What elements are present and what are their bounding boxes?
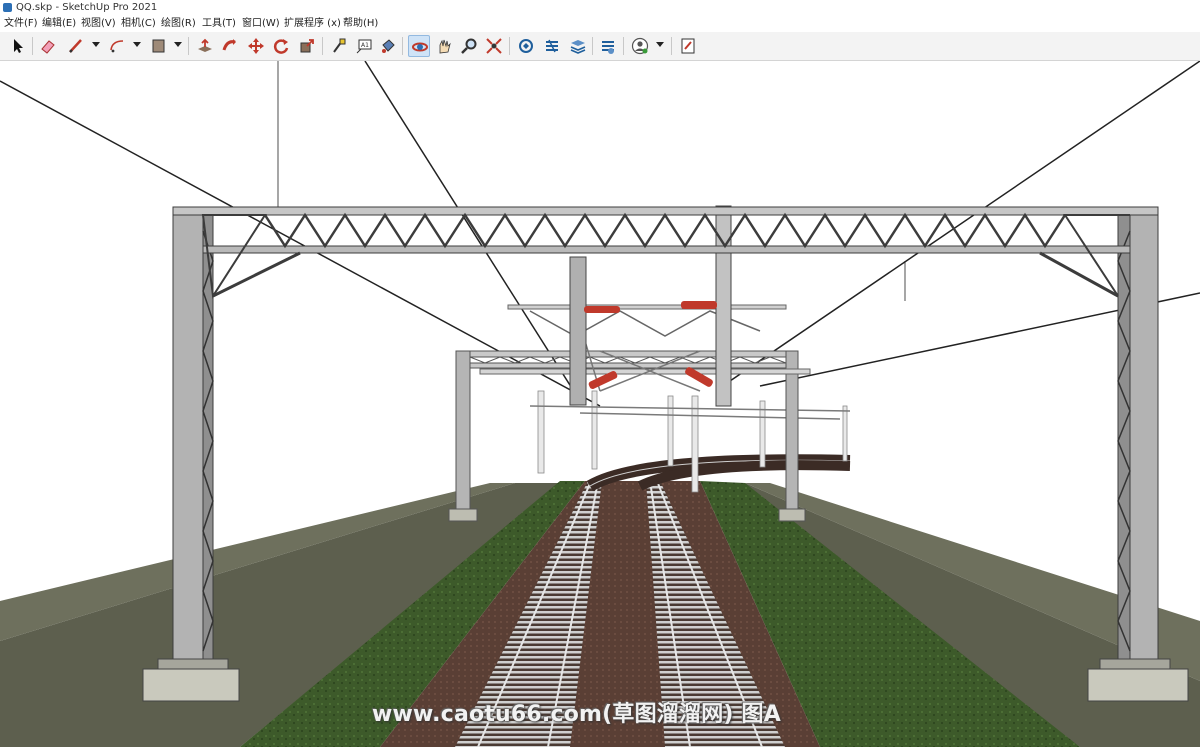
follow-me-tool-button[interactable] xyxy=(219,35,241,57)
toolbar-separator xyxy=(322,37,323,55)
account-button[interactable] xyxy=(629,35,651,57)
tape-measure-icon xyxy=(333,38,346,53)
move-icon xyxy=(248,38,264,54)
pan-icon xyxy=(439,39,451,54)
extension-warehouse-icon xyxy=(546,39,558,53)
chevron-down-icon[interactable] xyxy=(133,42,141,47)
extension-manager-icon xyxy=(602,41,614,54)
line-icon xyxy=(69,39,82,53)
svg-text:A1: A1 xyxy=(361,42,369,49)
menu-help[interactable]: 帮助(H) xyxy=(343,15,378,32)
menu-file[interactable]: 文件(F) xyxy=(4,15,38,32)
menu-extensions[interactable]: 扩展程序 (x) xyxy=(284,15,341,32)
toolbar-separator xyxy=(32,37,33,55)
railway-model-scene[interactable] xyxy=(0,61,1200,747)
text-icon: A1 xyxy=(356,39,372,54)
toolbar-separator xyxy=(671,37,672,55)
toolbar-separator xyxy=(592,37,593,55)
window-title: QQ.skp - SketchUp Pro 2021 xyxy=(16,2,158,13)
account-icon xyxy=(631,37,649,55)
arc-icon xyxy=(110,40,124,53)
layout-button[interactable] xyxy=(567,35,589,57)
toolbar-separator xyxy=(509,37,510,55)
eraser-icon xyxy=(41,40,55,54)
follow-me-icon xyxy=(222,39,236,51)
select-tool-button[interactable] xyxy=(7,35,29,57)
menu-window[interactable]: 窗口(W) xyxy=(242,15,280,32)
title-bar: QQ.skp - SketchUp Pro 2021 xyxy=(0,0,1200,15)
rotate-icon xyxy=(273,39,289,54)
rectangle-tool-button[interactable] xyxy=(147,35,169,57)
line-tool-button[interactable] xyxy=(65,35,87,57)
orbit-icon xyxy=(412,42,428,52)
add-location-button[interactable] xyxy=(677,35,699,57)
scale-icon xyxy=(300,39,314,53)
main-toolbar: A1 xyxy=(0,32,1200,61)
rotate-tool-button[interactable] xyxy=(270,35,292,57)
chevron-down-icon[interactable] xyxy=(174,42,182,47)
zoom-extents-icon xyxy=(486,38,502,54)
zoom-extents-tool-button[interactable] xyxy=(483,35,505,57)
extension-manager-button[interactable] xyxy=(597,35,619,57)
layout-icon xyxy=(570,40,586,54)
text-tool-button[interactable]: A1 xyxy=(353,35,375,57)
menu-tools[interactable]: 工具(T) xyxy=(202,15,236,32)
toolbar-separator xyxy=(402,37,403,55)
select-icon xyxy=(14,39,23,53)
zoom-tool-button[interactable] xyxy=(458,35,480,57)
zoom-icon xyxy=(461,38,477,54)
eraser-tool-button[interactable] xyxy=(37,35,59,57)
extension-warehouse-button[interactable] xyxy=(541,35,563,57)
menu-camera[interactable]: 相机(C) xyxy=(121,15,156,32)
3d-viewport[interactable]: www.caotu66.com(草图溜溜网) 图A xyxy=(0,61,1200,747)
menu-edit[interactable]: 编辑(E) xyxy=(42,15,76,32)
toolbar-separator xyxy=(188,37,189,55)
menu-view[interactable]: 视图(V) xyxy=(81,15,116,32)
chevron-down-icon[interactable] xyxy=(656,42,664,47)
scale-tool-button[interactable] xyxy=(296,35,318,57)
add-location-icon xyxy=(681,38,695,54)
pan-tool-button[interactable] xyxy=(433,35,455,57)
distant-cantilevers xyxy=(529,405,851,420)
menu-draw[interactable]: 绘图(R) xyxy=(161,15,196,32)
sketchup-logo-icon xyxy=(3,3,12,12)
paint-bucket-tool-button[interactable] xyxy=(377,35,399,57)
toolbar-separator xyxy=(623,37,624,55)
paint-bucket-icon xyxy=(382,39,395,53)
move-tool-button[interactable] xyxy=(245,35,267,57)
3d-warehouse-button[interactable] xyxy=(515,35,537,57)
tape-measure-tool-button[interactable] xyxy=(328,35,350,57)
orbit-tool-button[interactable] xyxy=(408,35,430,57)
push-pull-tool-button[interactable] xyxy=(194,35,216,57)
rectangle-icon xyxy=(152,39,165,53)
3d-warehouse-icon xyxy=(519,39,533,53)
menu-bar: 文件(F) 编辑(E) 视图(V) 相机(C) 绘图(R) 工具(T) 窗口(W… xyxy=(0,15,1200,32)
chevron-down-icon[interactable] xyxy=(92,42,100,47)
arc-tool-button[interactable] xyxy=(106,35,128,57)
cantilever-assembly xyxy=(507,205,787,407)
watermark-text: www.caotu66.com(草图溜溜网) 图A xyxy=(372,702,781,727)
push-pull-icon xyxy=(198,38,212,52)
